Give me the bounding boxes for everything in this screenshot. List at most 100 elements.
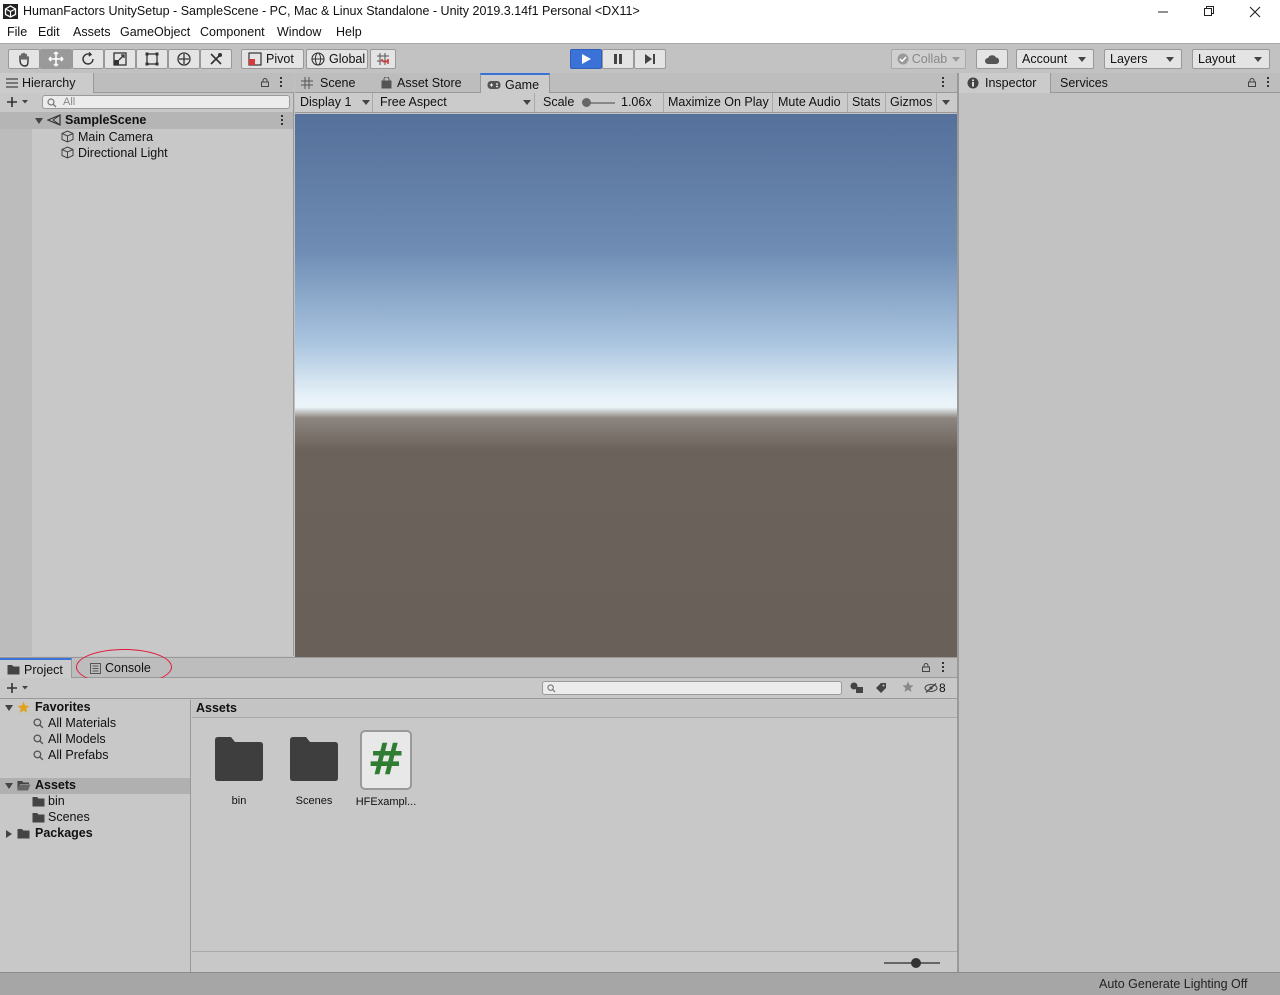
hierarchy-gutter xyxy=(0,129,32,656)
assets-child-bin[interactable]: bin xyxy=(0,794,190,810)
restore-button[interactable] xyxy=(1186,0,1232,23)
scale-slider-handle[interactable] xyxy=(582,98,591,107)
global-toggle[interactable]: Global xyxy=(306,49,368,69)
minimize-button[interactable] xyxy=(1140,0,1186,23)
scale-tool-button[interactable] xyxy=(104,49,136,69)
asset-label: Scenes xyxy=(295,795,333,807)
tab-inspector[interactable]: Inspector xyxy=(959,73,1051,93)
hierarchy-item-main-camera[interactable]: Main Camera xyxy=(32,129,293,145)
tab-game[interactable]: Game xyxy=(480,73,550,94)
aspect-dropdown[interactable]: Free Aspect xyxy=(374,93,535,112)
packages-label: Packages xyxy=(35,826,93,840)
icon-size-slider-handle[interactable] xyxy=(911,958,921,968)
menu-edit[interactable]: Edit xyxy=(38,25,60,39)
pause-button[interactable] xyxy=(602,49,634,69)
folder-label: bin xyxy=(48,794,65,808)
tab-inspector-label: Inspector xyxy=(985,76,1037,90)
scene-row[interactable]: SampleScene xyxy=(0,112,293,129)
account-dropdown[interactable]: Account xyxy=(1016,49,1094,69)
lock-icon[interactable] xyxy=(261,78,269,87)
asset-label: bin xyxy=(231,795,247,807)
tab-scene[interactable]: Scene xyxy=(301,73,371,93)
cloud-button[interactable] xyxy=(976,49,1008,69)
hierarchy-menu-icon[interactable] xyxy=(280,77,283,87)
hierarchy-search-input[interactable]: All xyxy=(42,95,290,109)
grid-snap-button[interactable] xyxy=(370,49,396,69)
rect-tool-button[interactable] xyxy=(136,49,168,69)
inspector-menu-icon[interactable] xyxy=(1267,77,1270,87)
packages-row[interactable]: Packages xyxy=(0,826,190,842)
project-tabbar: Project Console xyxy=(0,649,957,685)
display-dropdown[interactable]: Display 1 xyxy=(295,93,373,112)
tab-services[interactable]: Services xyxy=(1060,73,1130,93)
chevron-down-icon xyxy=(523,100,531,105)
plus-dropdown-icon xyxy=(7,97,28,107)
lock-icon[interactable] xyxy=(1248,78,1256,87)
project-content: Assets bin Scenes # HFExampl... xyxy=(192,700,957,973)
assets-root-row[interactable]: Assets xyxy=(0,778,190,794)
stats-toggle[interactable]: Stats xyxy=(848,93,886,112)
menu-assets[interactable]: Assets xyxy=(73,25,111,39)
gizmos-dropdown[interactable]: Gizmos xyxy=(886,93,957,112)
favorite-all-models[interactable]: All Models xyxy=(0,732,190,748)
lock-icon[interactable] xyxy=(922,663,930,672)
hand-tool-button[interactable] xyxy=(8,49,40,69)
collab-dropdown[interactable]: Collab xyxy=(891,49,966,69)
globe-icon xyxy=(311,52,325,66)
tab-scene-label: Scene xyxy=(320,76,356,90)
create-add-button[interactable] xyxy=(6,95,32,109)
project-tree: Favorites All Materials All Models All P… xyxy=(0,700,191,973)
tab-hierarchy[interactable]: Hierarchy xyxy=(0,73,94,93)
project-menu-icon[interactable] xyxy=(942,662,945,672)
menu-help[interactable]: Help xyxy=(336,25,362,39)
asset-script-hfexample[interactable]: # HFExampl... xyxy=(353,730,419,808)
breadcrumb-assets[interactable]: Assets xyxy=(196,701,237,715)
menu-component[interactable]: Component xyxy=(200,25,265,39)
favorite-all-materials[interactable]: All Materials xyxy=(0,716,190,732)
breadcrumb: Assets xyxy=(192,700,957,718)
hidden-packages-toggle[interactable]: 8 xyxy=(924,680,954,696)
play-button[interactable] xyxy=(570,49,602,69)
menu-file[interactable]: File xyxy=(7,25,27,39)
rotate-tool-button[interactable] xyxy=(72,49,104,69)
search-icon xyxy=(547,684,556,693)
move-tool-button[interactable] xyxy=(40,49,72,69)
favorites-row[interactable]: Favorites xyxy=(0,700,190,716)
favorite-all-prefabs[interactable]: All Prefabs xyxy=(0,748,190,764)
folder-icon xyxy=(215,737,263,781)
menu-window[interactable]: Window xyxy=(277,25,321,39)
search-placeholder: All xyxy=(63,96,76,108)
favorites-star-button[interactable] xyxy=(897,680,919,696)
close-window-button[interactable] xyxy=(1232,0,1278,23)
csharp-script-icon: # xyxy=(360,730,412,790)
assets-child-scenes[interactable]: Scenes xyxy=(0,810,190,826)
mute-audio-toggle[interactable]: Mute Audio xyxy=(773,93,848,112)
search-by-type-button[interactable] xyxy=(846,680,868,696)
tab-project[interactable]: Project xyxy=(0,658,72,679)
tab-asset-store[interactable]: Asset Store xyxy=(381,73,475,93)
hierarchy-item-directional-light[interactable]: Directional Light xyxy=(32,145,293,161)
custom-tool-button[interactable] xyxy=(200,49,232,69)
game-viewport[interactable] xyxy=(295,114,957,657)
stats-label: Stats xyxy=(852,95,881,109)
pivot-toggle[interactable]: Pivot xyxy=(241,49,304,69)
create-asset-button[interactable] xyxy=(6,681,32,695)
maximize-on-play-toggle[interactable]: Maximize On Play xyxy=(663,93,773,112)
tools-icon xyxy=(210,53,222,65)
asset-folder-bin[interactable]: bin xyxy=(206,736,272,807)
menu-gameobject[interactable]: GameObject xyxy=(120,25,190,39)
layout-label: Layout xyxy=(1198,52,1236,66)
layout-dropdown[interactable]: Layout xyxy=(1192,49,1270,69)
pivot-label: Pivot xyxy=(266,52,294,66)
shopping-bag-icon xyxy=(381,77,392,89)
transform-tool-button[interactable] xyxy=(168,49,200,69)
game-panel-menu-icon[interactable] xyxy=(942,77,945,87)
script-hash-glyph: # xyxy=(367,734,405,785)
search-by-label-button[interactable] xyxy=(870,680,892,696)
layers-dropdown[interactable]: Layers xyxy=(1104,49,1182,69)
project-search-input[interactable] xyxy=(542,681,842,695)
scene-grid-icon xyxy=(301,77,313,89)
scene-menu-icon[interactable] xyxy=(281,115,284,125)
step-button[interactable] xyxy=(634,49,666,69)
asset-folder-scenes[interactable]: Scenes xyxy=(281,736,347,807)
